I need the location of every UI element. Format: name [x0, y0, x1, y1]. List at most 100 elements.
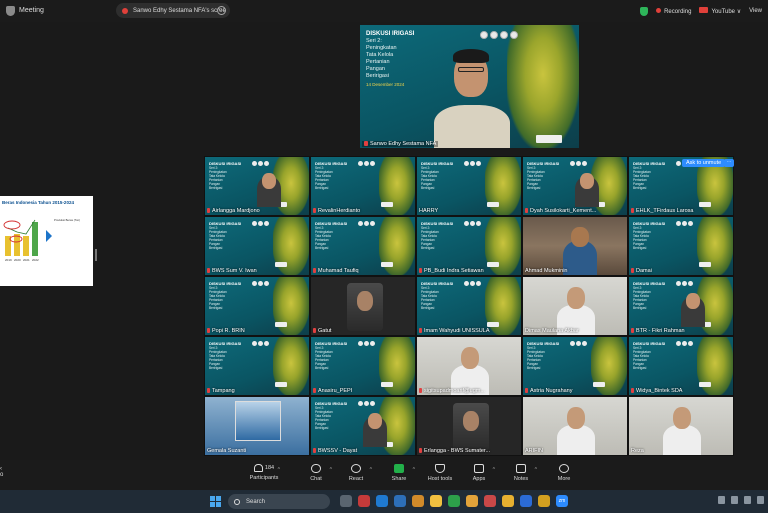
app-icon[interactable]	[412, 495, 424, 507]
participant-tile[interactable]: Gemala Suzanti	[204, 396, 310, 456]
participant-tile[interactable]: DISKUSI IRIGASI Seri 2: Peningkatan Tata Ke…	[628, 216, 734, 276]
share-caret-icon[interactable]: ^	[413, 467, 415, 473]
partner-logos	[252, 281, 269, 286]
mic-muted-icon	[313, 208, 316, 213]
participant-name: HARRY	[419, 208, 438, 214]
partner-logos	[358, 161, 375, 166]
apps-button[interactable]: Apps ^	[461, 464, 497, 482]
participant-tile[interactable]: Gatut	[310, 276, 416, 336]
participant-tile[interactable]: DISKUSI IRIGASI Seri 2: Peningkatan Tata Ke…	[310, 336, 416, 396]
participants-button[interactable]: 184 Participants ^	[246, 464, 282, 481]
participant-tile[interactable]: DISKUSI IRIGASI Seri 2: Peningkatan Tata Ke…	[628, 336, 734, 396]
mic-muted-icon	[207, 268, 210, 273]
battery-icon[interactable]	[757, 496, 764, 504]
participant-tile[interactable]: DISKUSI IRIGASI Seri 2: Peningkatan Tata Ke…	[416, 276, 522, 336]
logo-icon	[370, 341, 375, 346]
audio-control-fragment[interactable]: ‹ o	[0, 466, 3, 478]
participant-tile[interactable]: DISKUSI IRIGASI Seri 2: Peningkatan Tata Ke…	[522, 336, 628, 396]
ask-to-unmute-button[interactable]: Ask to unmute	[682, 159, 726, 167]
badge-logo-icon	[699, 202, 711, 207]
zoom-app-icon[interactable]: zm	[556, 495, 568, 507]
chrome-icon[interactable]	[502, 495, 514, 507]
participant-tile[interactable]: DISKUSI IRIGASI Seri 2: Peningkatan Tata Ke…	[310, 396, 416, 456]
app-icon[interactable]	[484, 495, 496, 507]
participant-tile[interactable]: DISKUSI IRIGASI Seri 2: Peningkatan Tata Ke…	[522, 156, 628, 216]
chart-x-label: 2020	[14, 258, 21, 262]
react-button[interactable]: React ^	[338, 464, 374, 482]
participant-name-text: Airlangga Mardjono	[212, 208, 260, 214]
slide-line: Beririgasi	[633, 306, 647, 310]
tile-slide-body: Seri 2: Peningkatan Tata Kelola Pertanian Pa…	[315, 406, 333, 430]
app-icon[interactable]	[358, 495, 370, 507]
participant-image	[235, 401, 281, 441]
slide-line: Beririgasi	[315, 366, 329, 370]
security-shield-icon[interactable]	[6, 6, 15, 16]
participant-tile[interactable]: DISKUSI IRIGASI Seri 2: Peningkatan Tata Ke…	[628, 276, 734, 336]
shared-content-thumbnail[interactable]: Beras Indonesia Tahun 2015-2024 2019 202…	[0, 196, 93, 286]
participant-tile[interactable]: DISKUSI IRIGASI Seri 2: Peningkatan Tata Ke…	[416, 156, 522, 216]
edge-icon[interactable]	[376, 495, 388, 507]
more-options-icon[interactable]: ⋯	[217, 6, 226, 15]
apps-caret-icon[interactable]: ^	[493, 467, 495, 473]
view-button[interactable]: View	[749, 8, 762, 14]
host-tools-button[interactable]: Host tools	[422, 464, 458, 482]
participant-tile[interactable]: Reza	[628, 396, 734, 456]
chat-caret-icon[interactable]: ^	[330, 467, 332, 473]
participant-tile[interactable]: DISKUSI IRIGASI Seri 2: Peningkatan Tata Ke…	[416, 216, 522, 276]
share-button[interactable]: Share ^	[381, 464, 417, 482]
logo-icon	[464, 281, 469, 286]
app-icon[interactable]	[394, 495, 406, 507]
chart-bar	[23, 236, 29, 256]
participant-tile[interactable]: Dimas Maulana Akbar	[522, 276, 628, 336]
chat-button[interactable]: Chat ^	[298, 464, 334, 482]
active-speaker-tile[interactable]: DISKUSI IRIGASI Seri 2: Peningkatan Tata…	[360, 25, 579, 148]
notes-caret-icon[interactable]: ^	[535, 467, 537, 473]
participant-name: sigitsupadmoarif@ugm...	[419, 388, 485, 394]
logo-icon	[370, 161, 375, 166]
system-tray	[718, 496, 764, 504]
react-caret-icon[interactable]: ^	[370, 467, 372, 473]
participant-tile[interactable]: DISKUSI IRIGASI Seri 2: Peningkatan Tata Ke…	[204, 276, 310, 336]
network-icon[interactable]	[731, 496, 738, 504]
participant-tile[interactable]: DISKUSI IRIGASI Seri 2: Peningkatan Tata Ke…	[204, 216, 310, 276]
word-icon[interactable]	[520, 495, 532, 507]
slide-line: Beririgasi	[209, 246, 223, 250]
mic-muted-icon	[631, 328, 634, 333]
chrome-icon[interactable]	[538, 495, 550, 507]
taskbar-search[interactable]: Search	[228, 494, 330, 509]
logo-icon	[470, 221, 475, 226]
panel-drag-handle[interactable]	[95, 249, 97, 261]
file-explorer-icon[interactable]	[430, 495, 442, 507]
screen-share-indicator[interactable]: Sanwo Edhy Sestama NFA's scree ⋯	[116, 3, 230, 18]
more-button[interactable]: More	[546, 464, 582, 482]
notes-button[interactable]: Notes ^	[503, 464, 539, 482]
participant-tile[interactable]: DISKUSI IRIGASI Seri 2: Peningkatan Tata Ke…	[310, 216, 416, 276]
participant-name-text: PB_Budi Indra Setiawan	[424, 268, 484, 274]
participant-tile[interactable]: DISKUSI IRIGASI Seri 2: Peningkatan Tata Ke…	[310, 156, 416, 216]
mic-muted-icon	[631, 388, 634, 393]
participant-tile[interactable]: sigitsupadmoarif@ugm...	[416, 336, 522, 396]
zoom-meeting-window: Meeting Sanwo Edhy Sestama NFA's scree ⋯…	[0, 0, 768, 513]
participants-label: Participants	[249, 475, 279, 481]
youtube-live-indicator[interactable]: YouTube ∨	[699, 7, 741, 15]
participant-tile[interactable]: Erlangga - BWS Sumater...	[416, 396, 522, 456]
task-view-icon[interactable]	[340, 495, 352, 507]
excel-icon[interactable]	[448, 495, 460, 507]
participant-name: Dyah Susilokarti_Kement...	[525, 208, 596, 214]
participant-tile[interactable]: DISKUSI IRIGASI Seri 2: Peningkatan Tata Ke…	[204, 336, 310, 396]
participant-tile[interactable]: DISKUSI IRIGASI Seri 2: Peningkatan Tata Ke…	[204, 156, 310, 216]
participant-tile[interactable]: ARIFIN	[522, 396, 628, 456]
encryption-shield-icon[interactable]	[640, 6, 649, 16]
logo-icon	[582, 161, 587, 166]
tile-more-options-button[interactable]: ⋯	[724, 159, 734, 167]
participants-caret-icon[interactable]: ^	[278, 467, 280, 473]
participant-tile[interactable]: Ahmad Mukminin	[522, 216, 628, 276]
chevron-up-icon[interactable]	[718, 496, 725, 504]
participant-name: Ahmad Mukminin	[525, 268, 568, 274]
chrome-icon[interactable]	[466, 495, 478, 507]
logo-icon	[676, 221, 681, 226]
recording-indicator[interactable]: Recording	[656, 7, 691, 15]
volume-icon[interactable]	[744, 496, 751, 504]
windows-start-icon[interactable]	[210, 496, 221, 507]
mic-muted-icon	[364, 141, 368, 147]
